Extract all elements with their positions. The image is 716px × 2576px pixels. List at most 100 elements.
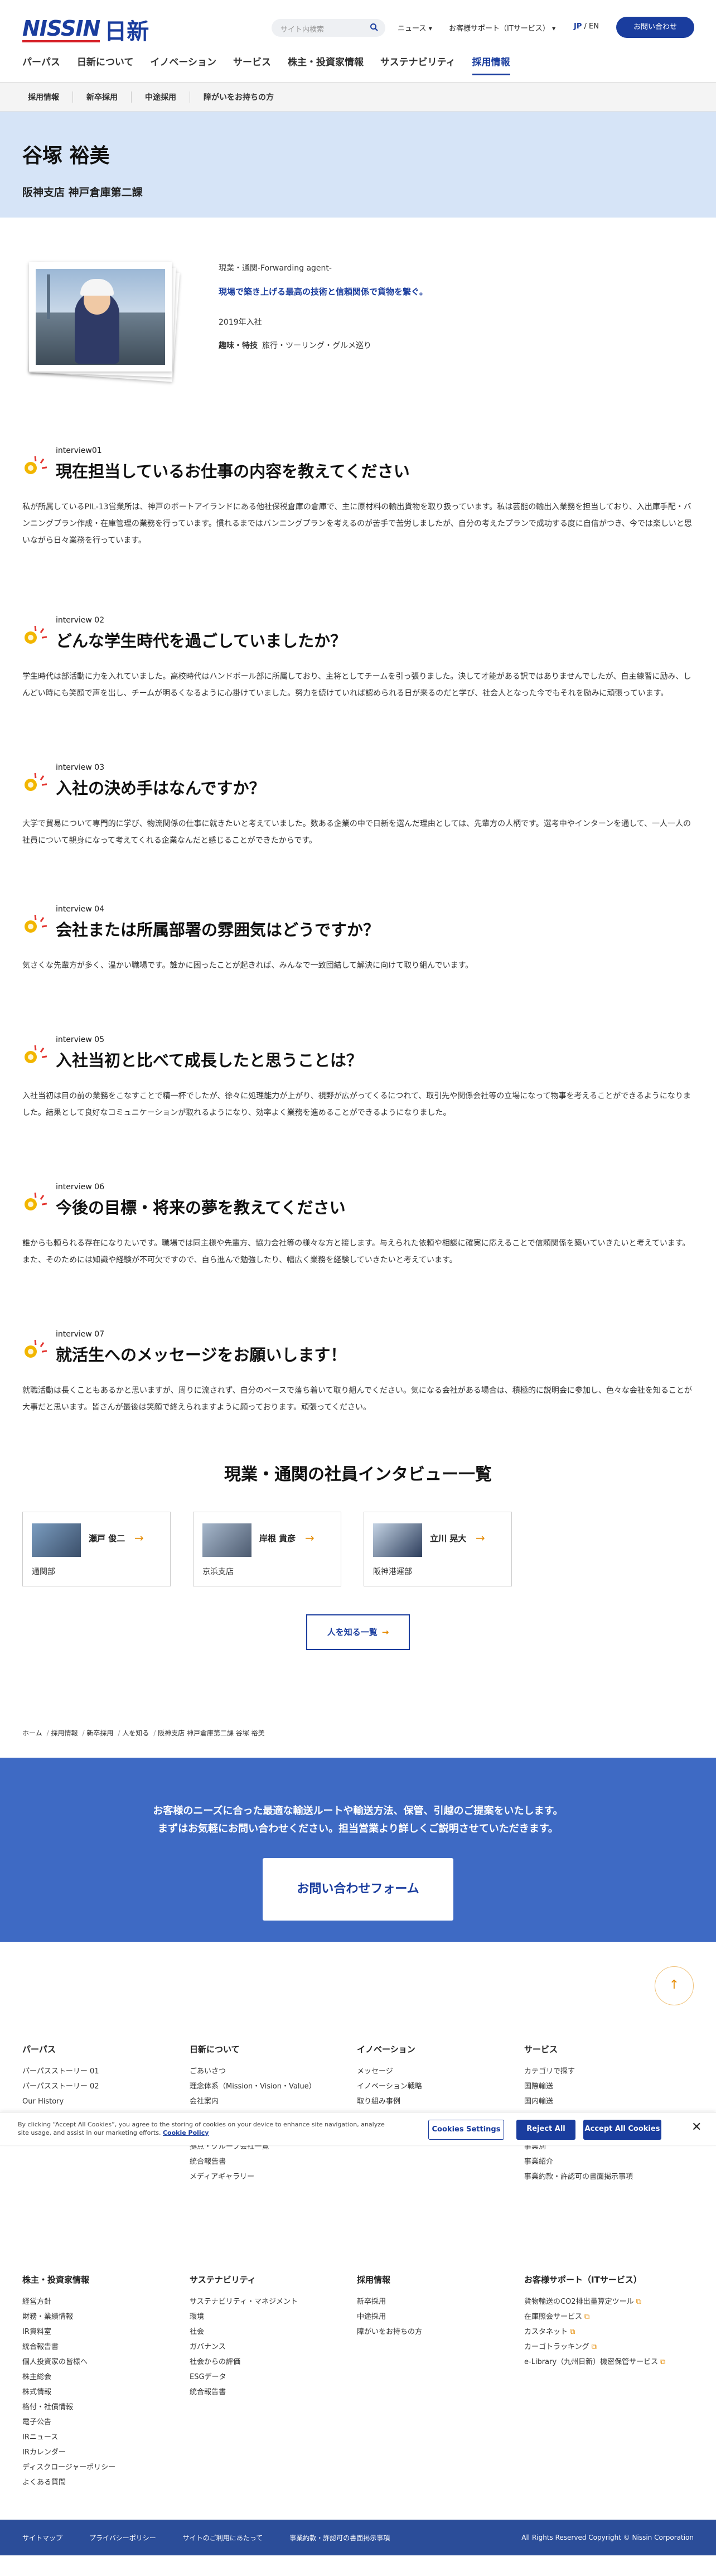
footer-bottom-link[interactable]: プライバシーポリシー bbox=[89, 2533, 156, 2543]
site-logo[interactable]: NISSIN 日新 bbox=[22, 13, 149, 46]
breadcrumb-item[interactable]: 採用情報 bbox=[47, 1728, 78, 1738]
language-switcher[interactable]: JP / EN bbox=[574, 22, 599, 31]
arrow-right-icon: → bbox=[134, 1531, 144, 1545]
more-people-button[interactable]: 人を知る一覧 → bbox=[306, 1614, 410, 1650]
footer-link[interactable]: ESGデータ bbox=[190, 2370, 323, 2385]
footer-link[interactable]: 株主総会 bbox=[22, 2370, 156, 2385]
cookie-policy-link[interactable]: Cookie Policy bbox=[163, 2129, 209, 2136]
footer-bottom-link[interactable]: 事業約款・許認可の書面掲示事項 bbox=[289, 2533, 390, 2543]
close-icon[interactable]: ✕ bbox=[691, 2120, 702, 2134]
gnav-service[interactable]: サービス bbox=[233, 54, 271, 75]
footer-link[interactable]: IR資料室 bbox=[22, 2324, 156, 2339]
lang-jp[interactable]: JP bbox=[574, 22, 582, 31]
staff-card[interactable]: 岸根 貴彦 → 京浜支店 bbox=[193, 1512, 341, 1586]
support-menu[interactable]: お客様サポート（ITサービス） ▾ bbox=[449, 22, 555, 33]
footer-link[interactable]: 貨物輸送のCO2排出量算定ツール ⧉ bbox=[524, 2294, 691, 2309]
footer-column-title[interactable]: 株主・投資家情報 bbox=[22, 2274, 156, 2285]
breadcrumb-item[interactable]: 新卒採用 bbox=[83, 1728, 113, 1738]
footer-link[interactable]: カテゴリで探す bbox=[524, 2064, 658, 2079]
footer-link[interactable]: 取り組み事例 bbox=[357, 2094, 491, 2109]
interview-number: interview 03 bbox=[56, 763, 105, 772]
footer-link[interactable]: よくある質問 bbox=[22, 2475, 156, 2490]
logo-kanji: 日新 bbox=[104, 19, 149, 45]
subnav-newgrad[interactable]: 新卒採用 bbox=[73, 91, 132, 103]
footer-link[interactable]: e-Library（九州日新）機密保管サービス ⧉ bbox=[524, 2355, 691, 2370]
footer-link[interactable]: 障がいをお持ちの方 bbox=[357, 2324, 491, 2339]
footer-column-title[interactable]: 採用情報 bbox=[357, 2274, 491, 2285]
footer-link[interactable]: パーパスストーリー 01 bbox=[22, 2064, 156, 2079]
footer-column-title[interactable]: パーパス bbox=[22, 2043, 156, 2055]
search-icon[interactable] bbox=[370, 23, 379, 34]
footer-column-title[interactable]: お客様サポート（ITサービス） bbox=[524, 2274, 691, 2285]
footer-bottom-link[interactable]: サイトマップ bbox=[22, 2533, 62, 2543]
footer-column-title[interactable]: 日新について bbox=[190, 2043, 323, 2055]
gnav-purpose[interactable]: パーパス bbox=[22, 54, 60, 75]
footer-column-title[interactable]: サステナビリティ bbox=[190, 2274, 323, 2285]
footer-link[interactable]: Our History bbox=[22, 2094, 156, 2109]
footer-link[interactable]: メディアギャラリー bbox=[190, 2169, 323, 2184]
footer-link[interactable]: IRニュース bbox=[22, 2430, 156, 2445]
footer-link[interactable]: カスタネット ⧉ bbox=[524, 2324, 691, 2339]
gnav-ir[interactable]: 株主・投資家情報 bbox=[288, 54, 364, 75]
footer-link[interactable]: 格付・社債情報 bbox=[22, 2400, 156, 2415]
footer-link[interactable]: イノベーション戦略 bbox=[357, 2079, 491, 2094]
footer-link[interactable]: 国内輸送 bbox=[524, 2094, 658, 2109]
news-menu[interactable]: ニュース ▾ bbox=[398, 22, 432, 33]
gnav-sustainability[interactable]: サステナビリティ bbox=[380, 54, 456, 75]
subnav-disability[interactable]: 障がいをお持ちの方 bbox=[190, 91, 287, 103]
back-to-top-button[interactable]: ↑ bbox=[655, 1966, 694, 2005]
contact-button[interactable]: お問い合わせ bbox=[616, 17, 694, 38]
breadcrumb-item[interactable]: ホーム bbox=[22, 1728, 42, 1738]
footer-link[interactable]: 新卒採用 bbox=[357, 2294, 491, 2309]
cookie-accept-button[interactable]: Accept All Cookies bbox=[583, 2120, 661, 2140]
search-input[interactable]: サイト内検索 bbox=[272, 19, 385, 37]
footer-link[interactable]: 電子公告 bbox=[22, 2415, 156, 2430]
footer-link[interactable]: サステナビリティ・マネジメント bbox=[190, 2294, 323, 2309]
footer-link[interactable]: 国際輸送 bbox=[524, 2079, 658, 2094]
footer-link[interactable]: 理念体系（Mission・Vision・Value） bbox=[190, 2079, 323, 2094]
lightbulb-icon bbox=[22, 1339, 49, 1359]
interview-answer: 私が所属しているPIL-13営業所は、神戸のポートアイランドにある他社保税倉庫の… bbox=[22, 503, 692, 545]
contact-form-button[interactable]: お問い合わせフォーム bbox=[263, 1858, 453, 1921]
footer-link[interactable]: 株式情報 bbox=[22, 2385, 156, 2400]
footer-link[interactable]: メッセージ bbox=[357, 2064, 491, 2079]
footer-link[interactable]: IRカレンダー bbox=[22, 2445, 156, 2460]
breadcrumb-item[interactable]: 人を知る bbox=[118, 1728, 149, 1738]
cookie-reject-button[interactable]: Reject All bbox=[516, 2120, 575, 2140]
footer-column-title[interactable]: イノベーション bbox=[357, 2043, 491, 2055]
footer-link[interactable]: 環境 bbox=[190, 2309, 323, 2324]
footer-column: お客様サポート（ITサービス） 貨物輸送のCO2排出量算定ツール ⧉ 在庫照会サービス… bbox=[524, 2274, 691, 2370]
subnav-recruit[interactable]: 採用情報 bbox=[22, 91, 73, 103]
interview-number: interview 07 bbox=[56, 1330, 105, 1339]
footer-link[interactable]: 事業紹介 bbox=[524, 2154, 658, 2169]
gnav-about[interactable]: 日新について bbox=[77, 54, 134, 75]
footer-bottom-link[interactable]: サイトのご利用にあたって bbox=[183, 2533, 263, 2543]
staff-card[interactable]: 立川 晃大 → 阪神港運部 bbox=[364, 1512, 512, 1586]
footer-link[interactable]: 経営方針 bbox=[22, 2294, 156, 2309]
staff-card[interactable]: 瀬戸 俊二 → 通関部 bbox=[22, 1512, 171, 1586]
footer-link[interactable]: ガバナンス bbox=[190, 2339, 323, 2355]
gnav-innovation[interactable]: イノベーション bbox=[150, 54, 216, 75]
footer-link[interactable]: カーゴトラッキング ⧉ bbox=[524, 2339, 691, 2355]
lang-en[interactable]: EN bbox=[589, 22, 599, 31]
footer-link[interactable]: 財務・業績情報 bbox=[22, 2309, 156, 2324]
footer-link[interactable]: 社会 bbox=[190, 2324, 323, 2339]
footer-link[interactable]: 統合報告書 bbox=[22, 2339, 156, 2355]
footer-link[interactable]: 個人投資家の皆様へ bbox=[22, 2355, 156, 2370]
cookie-settings-button[interactable]: Cookies Settings bbox=[428, 2120, 504, 2140]
footer-link[interactable]: パーパスストーリー 02 bbox=[22, 2079, 156, 2094]
subnav-career[interactable]: 中途採用 bbox=[132, 91, 190, 103]
footer-link[interactable]: 会社案内 bbox=[190, 2094, 323, 2109]
footer-link[interactable]: ごあいさつ bbox=[190, 2064, 323, 2079]
footer-link[interactable]: 事業約款・許認可の書面掲示事項 bbox=[524, 2169, 658, 2184]
gnav-recruit[interactable]: 採用情報 bbox=[472, 54, 510, 75]
footer-link[interactable]: ディスクロージャーポリシー bbox=[22, 2460, 156, 2475]
contact-cta: お客様のニーズに合った最適な輸送ルートや輸送方法、保管、引越のご提案をいたします… bbox=[0, 1758, 716, 1942]
footer-link[interactable]: 統合報告書 bbox=[190, 2385, 323, 2400]
profile-hobby: 趣味・特技 旅行・ツーリング・グルメ巡り bbox=[219, 341, 371, 350]
footer-link[interactable]: 統合報告書 bbox=[190, 2154, 323, 2169]
footer-link[interactable]: 社会からの評価 bbox=[190, 2355, 323, 2370]
footer-link[interactable]: 在庫照会サービス ⧉ bbox=[524, 2309, 691, 2324]
footer-column-title[interactable]: サービス bbox=[524, 2043, 658, 2055]
footer-link[interactable]: 中途採用 bbox=[357, 2309, 491, 2324]
